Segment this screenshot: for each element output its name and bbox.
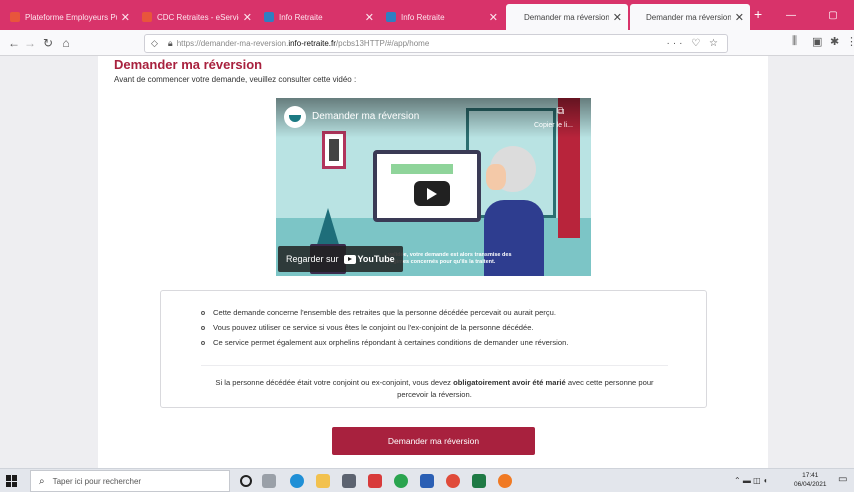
- favicon-icon: [386, 12, 396, 22]
- tab-title: CDC Retraites - eServices: [157, 12, 239, 22]
- new-tab-button[interactable]: +: [754, 6, 762, 22]
- tab-demander-reversion-active[interactable]: Demander ma réversion en lig ✕: [506, 4, 628, 30]
- copy-link-label[interactable]: Copier le li...: [534, 122, 573, 129]
- url-host: info-retraite.fr: [288, 39, 336, 48]
- shield-icon[interactable]: ◇: [151, 38, 158, 49]
- list-item: Cette demande concerne l'ensemble des re…: [201, 305, 568, 320]
- home-icon[interactable]: ⌂: [58, 35, 74, 51]
- tab-title: Info Retraite: [279, 12, 323, 22]
- firefox-icon[interactable]: [498, 474, 512, 488]
- tab-cdc-retraites[interactable]: CDC Retraites - eServices ✕: [136, 4, 258, 30]
- notifications-icon[interactable]: ▭: [838, 474, 847, 485]
- maximize-icon[interactable]: ▢: [812, 0, 854, 30]
- browser-toolbar: ← → ↻ ⌂ ◇ 🔒︎ https://demander-ma-reversi…: [0, 30, 854, 56]
- word-icon[interactable]: [420, 474, 434, 488]
- play-icon: [427, 187, 437, 200]
- note-text: Si la personne décédée était votre conjo…: [215, 378, 454, 387]
- list-item: Ce service permet également aux orphelin…: [201, 335, 568, 350]
- video-scene-plant: [316, 208, 340, 248]
- chrome-icon[interactable]: [394, 474, 408, 488]
- page-title: Demander ma réversion: [114, 57, 263, 72]
- bullet-text: Ce service permet également aux orphelin…: [213, 338, 569, 347]
- office-icon[interactable]: [368, 474, 382, 488]
- bullet-icon: [201, 325, 205, 330]
- page-actions-icon[interactable]: ··· ♡ ☆: [667, 38, 721, 49]
- forward-arrow-icon[interactable]: →: [22, 35, 38, 51]
- bullet-text: Vous pouvez utiliser ce service si vous …: [213, 323, 534, 332]
- intro-text: Avant de commencer votre demande, veuill…: [114, 75, 357, 84]
- settings-icon[interactable]: [342, 474, 356, 488]
- bullet-icon: [201, 340, 205, 345]
- close-tab-icon[interactable]: ✕: [243, 11, 252, 24]
- demander-reversion-button[interactable]: Demander ma réversion: [332, 427, 535, 455]
- favicon-icon: [10, 12, 20, 22]
- sidebar-icon[interactable]: ▣: [812, 35, 822, 48]
- close-tab-icon[interactable]: ✕: [489, 11, 498, 24]
- minimize-icon[interactable]: —: [770, 0, 812, 30]
- address-bar[interactable]: ◇ 🔒︎ https://demander-ma-reversion. info-…: [144, 34, 728, 53]
- url-path: /pcbs13HTTP/#/app/home: [335, 39, 430, 48]
- tab-title: Info Retraite: [401, 12, 445, 22]
- edge-icon[interactable]: [290, 474, 304, 488]
- bullet-text: Cette demande concerne l'ensemble des re…: [213, 308, 556, 317]
- tab-title: Demander ma réversion en lig: [524, 12, 609, 22]
- browser-tab-strip: Plateforme Employeurs Public ✕ CDC Retra…: [0, 0, 854, 30]
- watch-on-youtube-button[interactable]: Regarder sur YouTube: [278, 246, 403, 272]
- clock-date: 06/04/2021: [794, 481, 827, 488]
- clock-time: 17:41: [802, 472, 819, 479]
- tab-title: Plateforme Employeurs Public: [25, 12, 117, 22]
- taskbar-clock[interactable]: 17:41 06/04/2021: [794, 471, 827, 489]
- close-tab-icon[interactable]: ✕: [121, 11, 130, 24]
- file-explorer-icon[interactable]: [316, 474, 330, 488]
- app-icon[interactable]: [446, 474, 460, 488]
- back-arrow-icon[interactable]: ←: [6, 35, 22, 51]
- close-tab-icon[interactable]: ✕: [735, 11, 744, 24]
- windows-taskbar: ⌕ Taper ici pour rechercher ⌃ ▬ ◫ ◖ 17:4…: [0, 468, 854, 492]
- windows-start-icon[interactable]: [6, 475, 18, 487]
- cortana-icon[interactable]: [240, 475, 252, 487]
- info-box: Cette demande concerne l'ensemble des re…: [160, 290, 707, 408]
- watch-label: Regarder sur: [286, 254, 339, 264]
- list-item: Vous pouvez utiliser ce service si vous …: [201, 320, 568, 335]
- video-title[interactable]: Demander ma réversion: [312, 111, 419, 122]
- extension-icon[interactable]: ✱: [830, 35, 839, 48]
- youtube-logo-icon: [343, 254, 356, 264]
- tab-info-retraite-2[interactable]: Info Retraite ✕: [380, 4, 504, 30]
- favicon-icon: [142, 12, 152, 22]
- library-icon[interactable]: ⫼: [792, 35, 797, 48]
- video-caption: validée, votre demande est alors transmi…: [388, 252, 512, 266]
- menu-icon[interactable]: ⋮: [846, 35, 854, 48]
- system-tray-icons[interactable]: ⌃ ▬ ◫ ◖: [734, 476, 768, 485]
- bullet-icon: [201, 310, 205, 315]
- tab-plateforme-employeurs[interactable]: Plateforme Employeurs Public ✕: [4, 4, 136, 30]
- search-icon: ⌕: [39, 475, 45, 487]
- tab-info-retraite-1[interactable]: Info Retraite ✕: [258, 4, 380, 30]
- tab-title: Demander ma réversion en lig: [646, 12, 731, 22]
- close-tab-icon[interactable]: ✕: [613, 11, 622, 24]
- tab-demander-reversion-2[interactable]: Demander ma réversion en lig ✕: [630, 4, 750, 30]
- channel-logo-icon[interactable]: [284, 106, 306, 128]
- favicon-icon: [264, 12, 274, 22]
- url-prefix: https://demander-ma-reversion.: [176, 39, 289, 48]
- reload-icon[interactable]: ↻: [40, 35, 56, 51]
- task-view-icon[interactable]: [262, 474, 276, 488]
- marriage-note: Si la personne décédée était votre conjo…: [201, 377, 668, 401]
- copy-link-icon[interactable]: ⧉: [557, 106, 564, 117]
- info-bullet-list: Cette demande concerne l'ensemble des re…: [201, 305, 568, 350]
- play-button[interactable]: [414, 181, 450, 206]
- lock-icon[interactable]: 🔒︎: [168, 38, 173, 49]
- search-placeholder: Taper ici pour rechercher: [52, 476, 142, 486]
- divider: [201, 365, 668, 366]
- video-player[interactable]: Demander ma réversion ⧉ Copier le li... …: [276, 98, 591, 276]
- close-tab-icon[interactable]: ✕: [365, 11, 374, 24]
- note-bold-text: obligatoirement avoir été marié: [453, 378, 566, 387]
- taskbar-search-input[interactable]: ⌕ Taper ici pour rechercher: [30, 470, 230, 492]
- youtube-label: YouTube: [357, 254, 395, 264]
- excel-icon[interactable]: [472, 474, 486, 488]
